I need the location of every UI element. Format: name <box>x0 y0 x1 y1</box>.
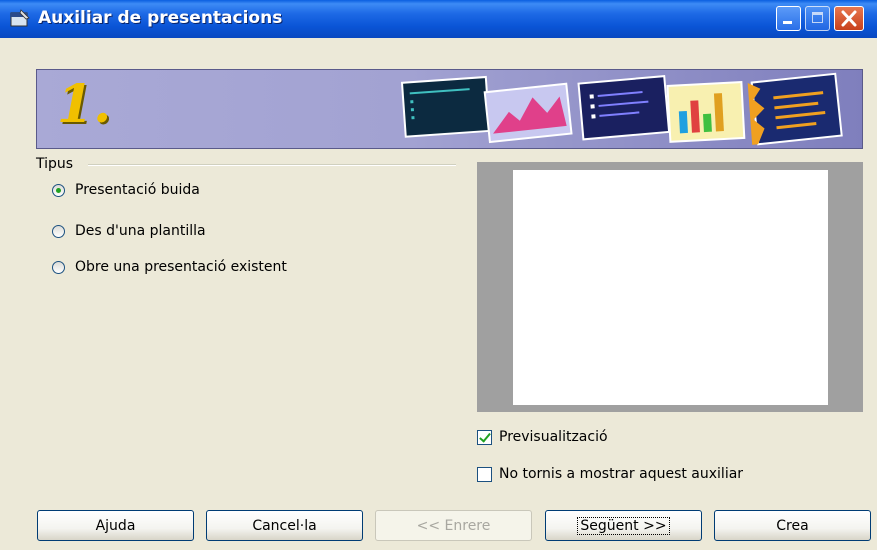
next-button-label: Següent >> <box>577 516 670 535</box>
create-button[interactable]: Crea <box>714 510 871 541</box>
back-button[interactable]: << Enrere <box>375 510 532 541</box>
back-button-label: << Enrere <box>416 517 491 534</box>
window-title: Auxiliar de presentacions <box>38 8 283 28</box>
preview-panel <box>477 162 863 412</box>
radio-from-template[interactable]: Des d'una plantilla <box>52 223 206 239</box>
group-divider <box>88 164 456 166</box>
radio-button[interactable] <box>52 260 65 274</box>
preview-slide <box>513 170 828 405</box>
radio-empty-presentation[interactable]: Presentació buida <box>52 182 200 198</box>
wizard-banner: 1. <box>36 69 863 149</box>
radio-label: Presentació buida <box>75 182 200 198</box>
close-icon <box>841 10 857 27</box>
slides-illustration <box>400 72 843 146</box>
radio-button-selected[interactable] <box>52 183 65 197</box>
cancel-button-label: Cancel·la <box>252 517 317 534</box>
radio-open-existing[interactable]: Obre una presentació existent <box>52 259 287 275</box>
no-show-checkbox-row[interactable]: No tornis a mostrar aquest auxiliar <box>477 466 743 482</box>
create-button-label: Crea <box>776 517 809 534</box>
help-button[interactable]: Ajuda <box>37 510 194 541</box>
title-bar[interactable]: Auxiliar de presentacions <box>0 0 877 38</box>
radio-label: Des d'una plantilla <box>75 223 206 239</box>
no-show-checkbox[interactable] <box>477 466 492 482</box>
help-button-label: Ajuda <box>95 517 136 534</box>
presentation-wizard-icon <box>10 9 30 27</box>
preview-checkbox-row[interactable]: Previsualització <box>477 429 608 445</box>
preview-checkbox[interactable] <box>477 429 492 445</box>
radio-label: Obre una presentació existent <box>75 259 287 275</box>
type-group-label: Tipus <box>36 156 74 172</box>
cancel-button[interactable]: Cancel·la <box>206 510 363 541</box>
radio-button[interactable] <box>52 224 65 238</box>
minimize-button[interactable] <box>776 6 801 31</box>
maximize-button[interactable] <box>805 6 830 31</box>
next-button[interactable]: Següent >> <box>545 510 702 541</box>
preview-checkbox-label: Previsualització <box>499 429 608 445</box>
no-show-checkbox-label: No tornis a mostrar aquest auxiliar <box>499 466 744 482</box>
close-button[interactable] <box>834 6 864 31</box>
step-number: 1. <box>57 74 112 135</box>
